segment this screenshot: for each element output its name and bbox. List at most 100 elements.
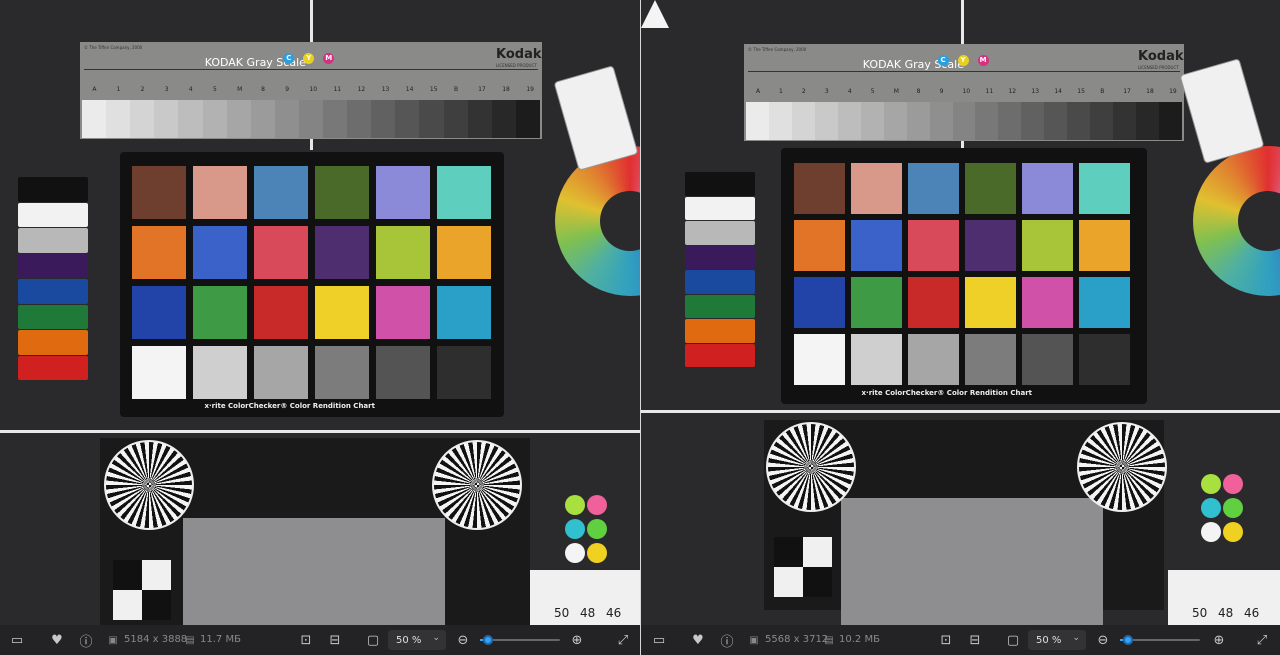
gray-step (1067, 102, 1091, 140)
gray-step (202, 100, 228, 138)
gray-step (791, 102, 816, 140)
zoom-slider[interactable] (1120, 635, 1200, 645)
image-size: 5184 x 3888 (124, 634, 188, 645)
fullscreen-icon[interactable]: ⤢ (1252, 625, 1272, 655)
color-patch (851, 163, 902, 214)
gray-step (178, 100, 203, 138)
gray-step (371, 100, 396, 138)
color-patch (965, 334, 1016, 385)
playing-card (553, 65, 639, 171)
color-patch (132, 166, 186, 219)
gray-scale-label: 8 (261, 86, 265, 93)
zoom-value: 50 % (396, 634, 422, 646)
left-image: © The Tiffen Company, 2000 KODAK Gray Sca… (0, 0, 640, 625)
face-detect-icon[interactable]: ⊡ (936, 625, 956, 655)
face-detect-icon[interactable]: ⊡ (296, 625, 316, 655)
heart-icon[interactable]: ♥ (47, 625, 67, 655)
kodak-rule (84, 69, 538, 70)
thread-spool (18, 330, 88, 355)
scan-icon[interactable]: ⊟ (325, 625, 345, 655)
left-image-pane[interactable]: © The Tiffen Company, 2000 KODAK Gray Sca… (0, 0, 640, 655)
color-patch (1022, 163, 1073, 214)
horizontal-line (0, 430, 640, 433)
gray-step (419, 100, 445, 138)
scan-icon[interactable]: ⊟ (965, 625, 985, 655)
thread-spool (18, 202, 88, 227)
color-patch (851, 220, 902, 271)
fit-screen-icon[interactable]: ▭ (649, 625, 669, 655)
gray-scale-label: 10 (962, 88, 971, 95)
gray-step (323, 100, 348, 138)
chevron-down-icon: ⌄ (432, 633, 440, 643)
fit-screen-icon[interactable]: ▭ (7, 625, 27, 655)
color-patch (254, 346, 308, 399)
gray-scale-label: M (237, 86, 243, 93)
color-patch (794, 277, 845, 328)
color-patch (851, 277, 902, 328)
gray-step (1044, 102, 1068, 140)
color-patch (193, 286, 247, 339)
zoom-select[interactable]: 50 % ⌄ (1028, 630, 1086, 650)
color-patch (908, 220, 959, 271)
gray-scale-label: 1 (778, 88, 783, 95)
pompom (1223, 474, 1243, 494)
pompom (1201, 498, 1221, 518)
image-size-icon: ▣ (108, 634, 118, 646)
color-patch (376, 286, 430, 339)
zoom-slider-handle[interactable] (483, 635, 493, 645)
color-patch (376, 226, 430, 279)
triangles-target (113, 560, 171, 620)
file-size-icon: ▤ (824, 634, 834, 646)
gray-step (467, 100, 493, 138)
info-icon[interactable]: ⓘ (76, 625, 96, 655)
thread-spool (18, 253, 88, 278)
gray-step (1090, 102, 1114, 140)
thread-spool (685, 221, 755, 245)
heart-icon[interactable]: ♥ (688, 625, 708, 655)
gray-step (347, 100, 372, 138)
color-patch (965, 220, 1016, 271)
thread-spool (18, 304, 88, 329)
pompom (587, 519, 607, 539)
kodak-brand: Kodak (1138, 49, 1184, 64)
gray-scale-label: M (893, 88, 899, 95)
gray-scale-label: 13 (1031, 88, 1040, 95)
kodak-rule (748, 71, 1180, 72)
gray-step (952, 102, 976, 140)
cmy-dot: Y (303, 53, 315, 64)
pompom (565, 495, 585, 515)
zoom-slider[interactable] (480, 635, 560, 645)
info-icon[interactable]: ⓘ (717, 625, 737, 655)
gray-step (298, 100, 324, 138)
color-patch (1022, 334, 1073, 385)
pompom (587, 543, 607, 563)
gray-step (82, 100, 107, 138)
fullscreen-icon[interactable]: ⤢ (613, 625, 633, 655)
frame-icon[interactable]: ▢ (363, 625, 383, 655)
colorchecker-chart: x·rite ColorChecker® Color Rendition Cha… (120, 152, 504, 417)
pompom (1201, 522, 1221, 542)
zoom-select[interactable]: 50 % ⌄ (388, 630, 446, 650)
gray-step (929, 102, 954, 140)
zoom-out-icon[interactable]: ⊖ (1093, 625, 1113, 655)
right-image-pane[interactable]: © The Tiffen Company, 2000 KODAK Gray Sca… (641, 0, 1280, 655)
zoom-slider-handle[interactable] (1123, 635, 1133, 645)
gray-scale-label: 17 (1123, 88, 1131, 95)
thread-spool (685, 172, 755, 196)
kodak-brand: Kodak (496, 47, 542, 62)
gray-scale-label: 19 (1169, 88, 1177, 95)
gray-scale-label: 11 (985, 88, 994, 95)
triangles-target (774, 537, 832, 597)
left-viewer-bar: ▭ ♥ ⓘ ▣ 5184 x 3888 ▤ 11.7 МБ ⊡ ⊟ ▢ 50 %… (0, 625, 640, 655)
gray-step (515, 100, 541, 138)
gray-scale-label: 4 (847, 88, 852, 95)
zoom-in-icon[interactable]: ⊕ (1209, 625, 1229, 655)
frame-icon[interactable]: ▢ (1003, 625, 1023, 655)
siemens-star (766, 422, 856, 512)
gray-scale-label: 13 (381, 86, 390, 93)
zoom-out-icon[interactable]: ⊖ (453, 625, 473, 655)
gray-step (491, 100, 517, 138)
color-patch (193, 346, 247, 399)
gray-scale-label: 14 (405, 86, 414, 93)
zoom-in-icon[interactable]: ⊕ (567, 625, 587, 655)
